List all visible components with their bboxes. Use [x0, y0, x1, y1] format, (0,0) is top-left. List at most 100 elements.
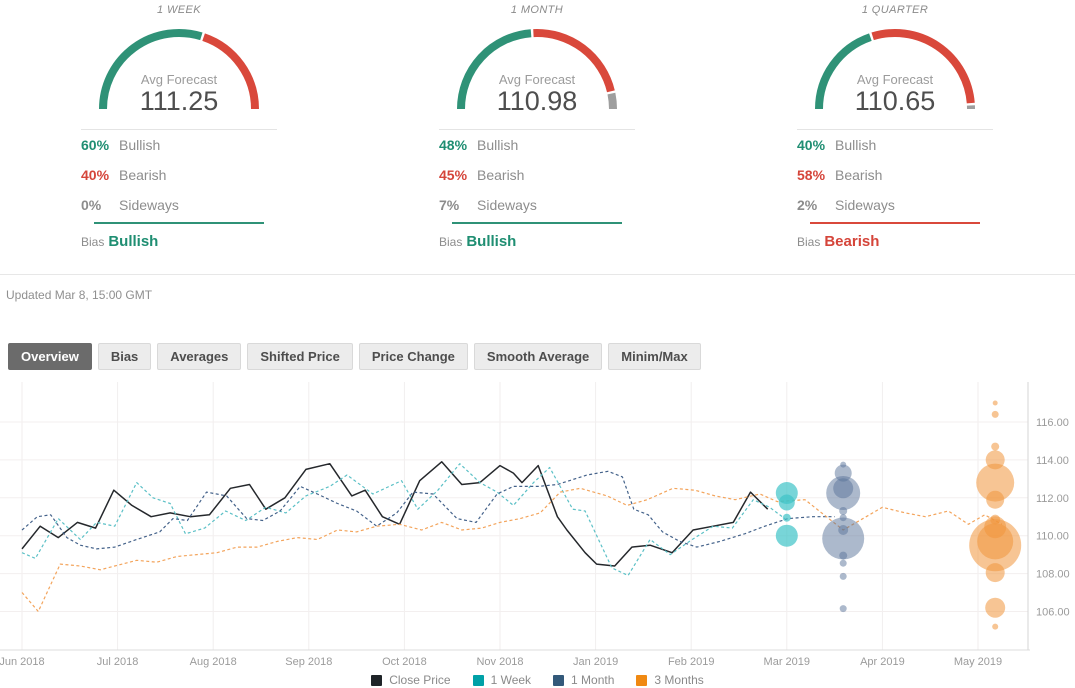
- sentiment-label: Bearish: [119, 167, 166, 183]
- sentiment-row: 58% Bearish: [797, 160, 993, 190]
- legend-swatch: [473, 675, 484, 686]
- tab-bias[interactable]: Bias: [98, 343, 151, 370]
- legend-label: 1 Month: [571, 673, 614, 687]
- avg-forecast-value: 111.25: [140, 87, 219, 115]
- y-axis-label: 106.00: [1036, 607, 1070, 619]
- sentiment-pct: 40%: [797, 137, 835, 153]
- legend-label: 1 Week: [491, 673, 531, 687]
- sentiment-pct: 2%: [797, 197, 835, 213]
- one-month-forecast-bubble: [840, 573, 847, 580]
- sentiment-label: Sideways: [477, 197, 537, 213]
- bias-underline: [452, 222, 622, 224]
- tab-averages[interactable]: Averages: [157, 343, 241, 370]
- legend-item-close-price[interactable]: Close Price: [371, 673, 450, 687]
- sentiment-row: 2% Sideways: [797, 190, 993, 220]
- one-month-forecast-bubble: [840, 605, 847, 612]
- three-months-forecast-bubble: [985, 598, 1005, 618]
- forecast-chart-block: 116.00114.00112.00110.00108.00106.00Jun …: [0, 382, 1075, 687]
- x-axis-label: Nov 2018: [476, 656, 523, 668]
- forecast-chart[interactable]: 116.00114.00112.00110.00108.00106.00Jun …: [0, 382, 1075, 672]
- tab-smooth-average[interactable]: Smooth Average: [474, 343, 602, 370]
- chart-legend: Close Price 1 Week 1 Month 3 Months: [0, 673, 1075, 687]
- sentiment-row: 7% Sideways: [439, 190, 635, 220]
- section-divider: [0, 274, 1075, 275]
- sentiment-pct: 7%: [439, 197, 477, 213]
- bias-label: Bias: [439, 235, 462, 249]
- chart-tabs-bar: Overview Bias Averages Shifted Price Pri…: [8, 343, 1075, 370]
- forecast-gauges-section: 1 WEEK Avg Forecast 111.25 60% Bullish 4…: [0, 0, 1075, 250]
- sentiment-pct: 48%: [439, 137, 477, 153]
- legend-swatch: [371, 675, 382, 686]
- one-month-forecast-bubble: [840, 560, 847, 567]
- gauge-title: 1 MONTH: [511, 4, 563, 16]
- x-axis-label: Jul 2018: [97, 656, 139, 668]
- gauge-card-1-month: 1 MONTH Avg Forecast 110.98 48% Bullish …: [358, 2, 716, 250]
- x-axis-label: Mar 2019: [764, 656, 810, 668]
- x-axis-label: Oct 2018: [382, 656, 427, 668]
- bias-underline: [810, 222, 980, 224]
- gauge-title: 1 WEEK: [157, 4, 201, 16]
- one-week-forecast-bubble: [783, 514, 791, 522]
- tab-price-change[interactable]: Price Change: [359, 343, 468, 370]
- one-week-forecast-bubble: [779, 495, 795, 511]
- y-axis-label: 108.00: [1036, 569, 1070, 581]
- legend-swatch: [636, 675, 647, 686]
- legend-item-3-months[interactable]: 3 Months: [636, 673, 703, 687]
- x-axis-label: Apr 2019: [860, 656, 905, 668]
- avg-forecast-label: Avg Forecast: [857, 72, 933, 87]
- y-axis-label: 110.00: [1036, 531, 1069, 543]
- bias-label: Bias: [797, 235, 820, 249]
- bias-value: Bullish: [466, 233, 516, 250]
- legend-label: Close Price: [389, 673, 450, 687]
- legend-item-1-week[interactable]: 1 Week: [473, 673, 531, 687]
- three-months-forecast-bubble: [991, 443, 999, 451]
- avg-forecast-label: Avg Forecast: [141, 72, 217, 87]
- legend-swatch: [553, 675, 564, 686]
- y-axis-label: 114.00: [1036, 455, 1069, 467]
- y-axis-label: 112.00: [1036, 493, 1069, 505]
- sentiment-pct: 60%: [81, 137, 119, 153]
- sentiment-row: 40% Bullish: [797, 130, 993, 160]
- sentiment-row: 48% Bullish: [439, 130, 635, 160]
- legend-label: 3 Months: [654, 673, 703, 687]
- avg-forecast-label: Avg Forecast: [499, 72, 575, 87]
- three-months-forecast-bubble: [986, 491, 1004, 509]
- legend-item-1-month[interactable]: 1 Month: [553, 673, 614, 687]
- bias-underline: [94, 222, 264, 224]
- sentiment-label: Bullish: [477, 137, 518, 153]
- x-axis-label: Aug 2018: [190, 656, 237, 668]
- gauge-1-week: Avg Forecast 111.25: [82, 19, 276, 115]
- tab-shifted-price[interactable]: Shifted Price: [247, 343, 352, 370]
- y-axis-label: 116.00: [1036, 417, 1069, 429]
- gauge-card-1-quarter: 1 QUARTER Avg Forecast 110.65 40% Bullis…: [716, 2, 1074, 250]
- updated-timestamp: Updated Mar 8, 15:00 GMT: [6, 288, 1075, 302]
- sentiment-label: Bearish: [477, 167, 524, 183]
- three-months-forecast-bubble: [992, 624, 998, 630]
- sentiment-label: Bullish: [835, 137, 876, 153]
- sentiment-row: 45% Bearish: [439, 160, 635, 190]
- one-week-forecast-bubble: [776, 525, 798, 547]
- sentiment-label: Sideways: [835, 197, 895, 213]
- gauge-1-quarter: Avg Forecast 110.65: [798, 19, 992, 115]
- bias-value: Bearish: [824, 233, 879, 250]
- series-close-price: [22, 462, 768, 566]
- x-axis-label: Jan 2019: [573, 656, 618, 668]
- gauge-title: 1 QUARTER: [862, 4, 928, 16]
- three-months-forecast-bubble: [992, 411, 999, 418]
- bias-value: Bullish: [108, 233, 158, 250]
- sentiment-pct: 0%: [81, 197, 119, 213]
- series-one-week: [22, 464, 785, 576]
- one-month-forecast-bubble: [839, 507, 847, 515]
- three-months-forecast-bubble: [977, 523, 1013, 559]
- sentiment-row: 40% Bearish: [81, 160, 277, 190]
- tab-minim-max[interactable]: Minim/Max: [608, 343, 700, 370]
- series-one-month: [22, 471, 835, 549]
- sentiment-row: 60% Bullish: [81, 130, 277, 160]
- x-axis-label: May 2019: [954, 656, 1002, 668]
- sentiment-pct: 40%: [81, 167, 119, 183]
- x-axis-label: Feb 2019: [668, 656, 714, 668]
- avg-forecast-value: 110.98: [497, 87, 578, 115]
- tab-overview[interactable]: Overview: [8, 343, 92, 370]
- gauge-card-1-week: 1 WEEK Avg Forecast 111.25 60% Bullish 4…: [0, 2, 358, 250]
- avg-forecast-value: 110.65: [855, 87, 936, 115]
